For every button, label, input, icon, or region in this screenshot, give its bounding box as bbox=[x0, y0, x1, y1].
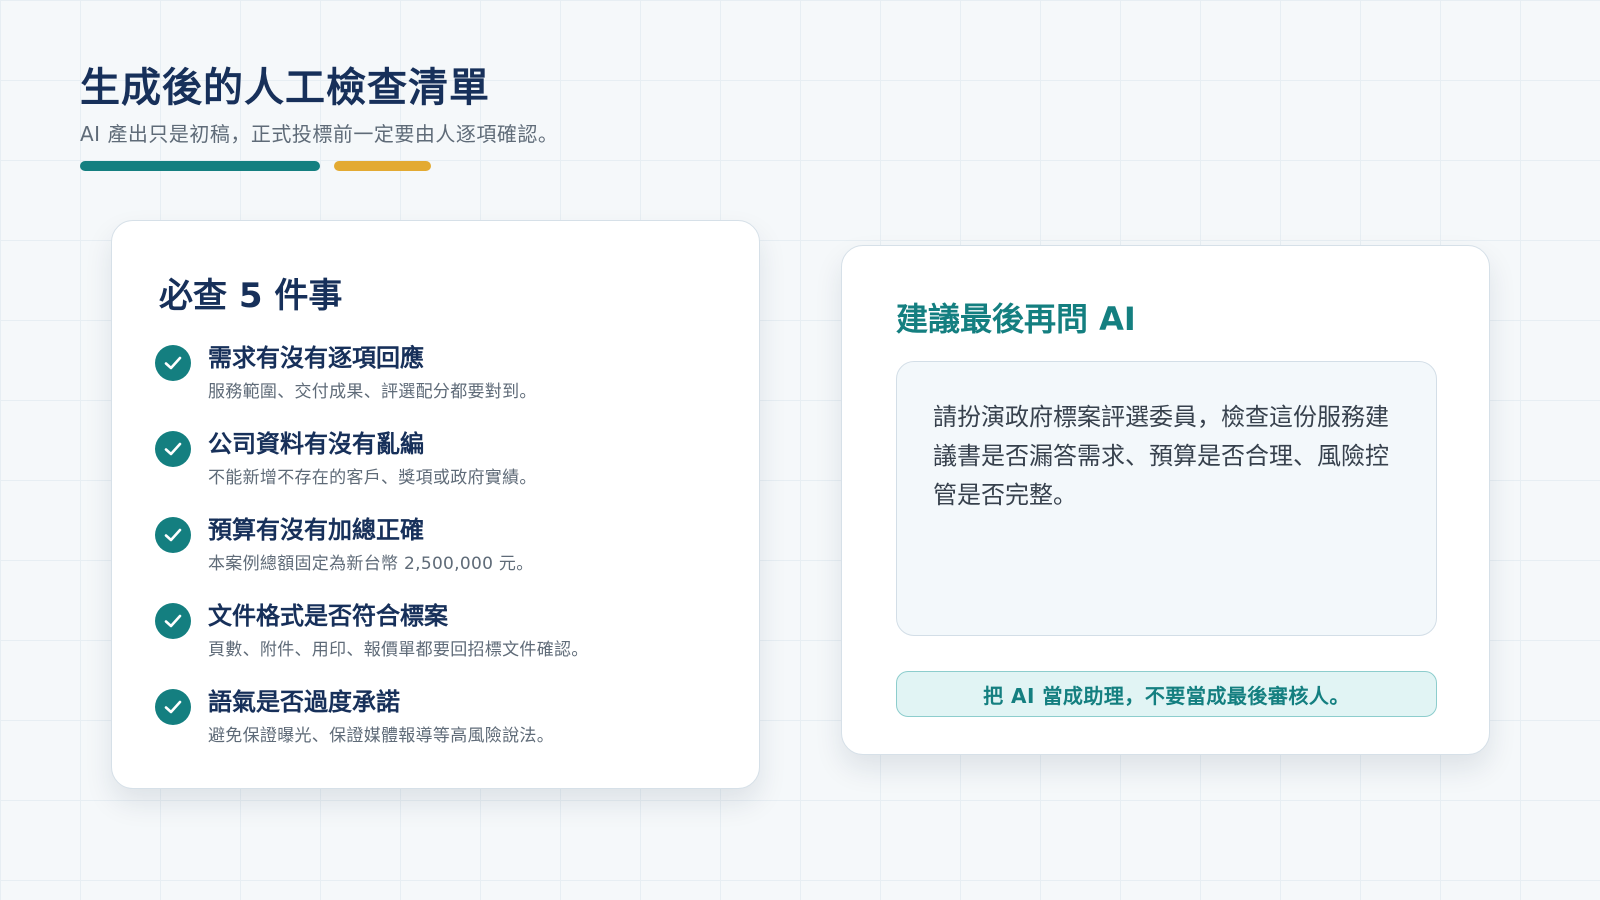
checklist-item: 需求有沒有逐項回應 服務範圍、交付成果、評選配分都要對到。 bbox=[155, 343, 715, 429]
checklist-item-title: 文件格式是否符合標案 bbox=[208, 602, 448, 630]
checklist-item: 文件格式是否符合標案 頁數、附件、用印、報價單都要回招標文件確認。 bbox=[155, 601, 715, 687]
prompt-card-title: 建議最後再問 AI bbox=[896, 300, 1136, 338]
check-circle-icon bbox=[155, 689, 191, 725]
checklist-item-desc: 服務範圍、交付成果、評選配分都要對到。 bbox=[208, 382, 537, 402]
check-circle-icon bbox=[155, 431, 191, 467]
checklist-item-desc: 頁數、附件、用印、報價單都要回招標文件確認。 bbox=[208, 640, 589, 660]
checklist-item-desc: 避免保證曝光、保證媒體報導等高風險說法。 bbox=[208, 726, 554, 746]
checklist-item-title: 語氣是否過度承諾 bbox=[208, 688, 400, 716]
checklist: 需求有沒有逐項回應 服務範圍、交付成果、評選配分都要對到。 公司資料有沒有亂編 … bbox=[155, 343, 715, 773]
checklist-item: 預算有沒有加總正確 本案例總額固定為新台幣 2,500,000 元。 bbox=[155, 515, 715, 601]
prompt-card: 建議最後再問 AI 請扮演政府標案評選委員，檢查這份服務建議書是否漏答需求、預算… bbox=[841, 245, 1490, 755]
check-circle-icon bbox=[155, 345, 191, 381]
checklist-item-title: 公司資料有沒有亂編 bbox=[208, 430, 424, 458]
checklist-item-title: 需求有沒有逐項回應 bbox=[208, 344, 424, 372]
page-title: 生成後的人工檢查清單 bbox=[80, 65, 490, 111]
checklist-item-desc: 不能新增不存在的客戶、獎項或政府實績。 bbox=[208, 468, 537, 488]
header: 生成後的人工檢查清單 AI 產出只是初稿，正式投標前一定要由人逐項確認。 bbox=[80, 62, 558, 171]
prompt-text-box: 請扮演政府標案評選委員，檢查這份服務建議書是否漏答需求、預算是否合理、風險控管是… bbox=[896, 361, 1437, 636]
checklist-item: 語氣是否過度承諾 避免保證曝光、保證媒體報導等高風險說法。 bbox=[155, 687, 715, 773]
accent-bar-gold bbox=[334, 161, 431, 171]
checklist-item-desc: 本案例總額固定為新台幣 2,500,000 元。 bbox=[208, 554, 534, 574]
accent-bar-teal bbox=[80, 161, 320, 171]
checklist-card: 必查 5 件事 需求有沒有逐項回應 服務範圍、交付成果、評選配分都要對到。 公司… bbox=[111, 220, 760, 789]
page-subtitle: AI 產出只是初稿，正式投標前一定要由人逐項確認。 bbox=[80, 122, 559, 146]
checklist-item-title: 預算有沒有加總正確 bbox=[208, 516, 424, 544]
checklist-title: 必查 5 件事 bbox=[159, 276, 343, 316]
check-circle-icon bbox=[155, 517, 191, 553]
check-circle-icon bbox=[155, 603, 191, 639]
checklist-item: 公司資料有沒有亂編 不能新增不存在的客戶、獎項或政府實績。 bbox=[155, 429, 715, 515]
tip-banner: 把 AI 當成助理，不要當成最後審核人。 bbox=[896, 671, 1437, 717]
accent-bars bbox=[80, 161, 558, 171]
